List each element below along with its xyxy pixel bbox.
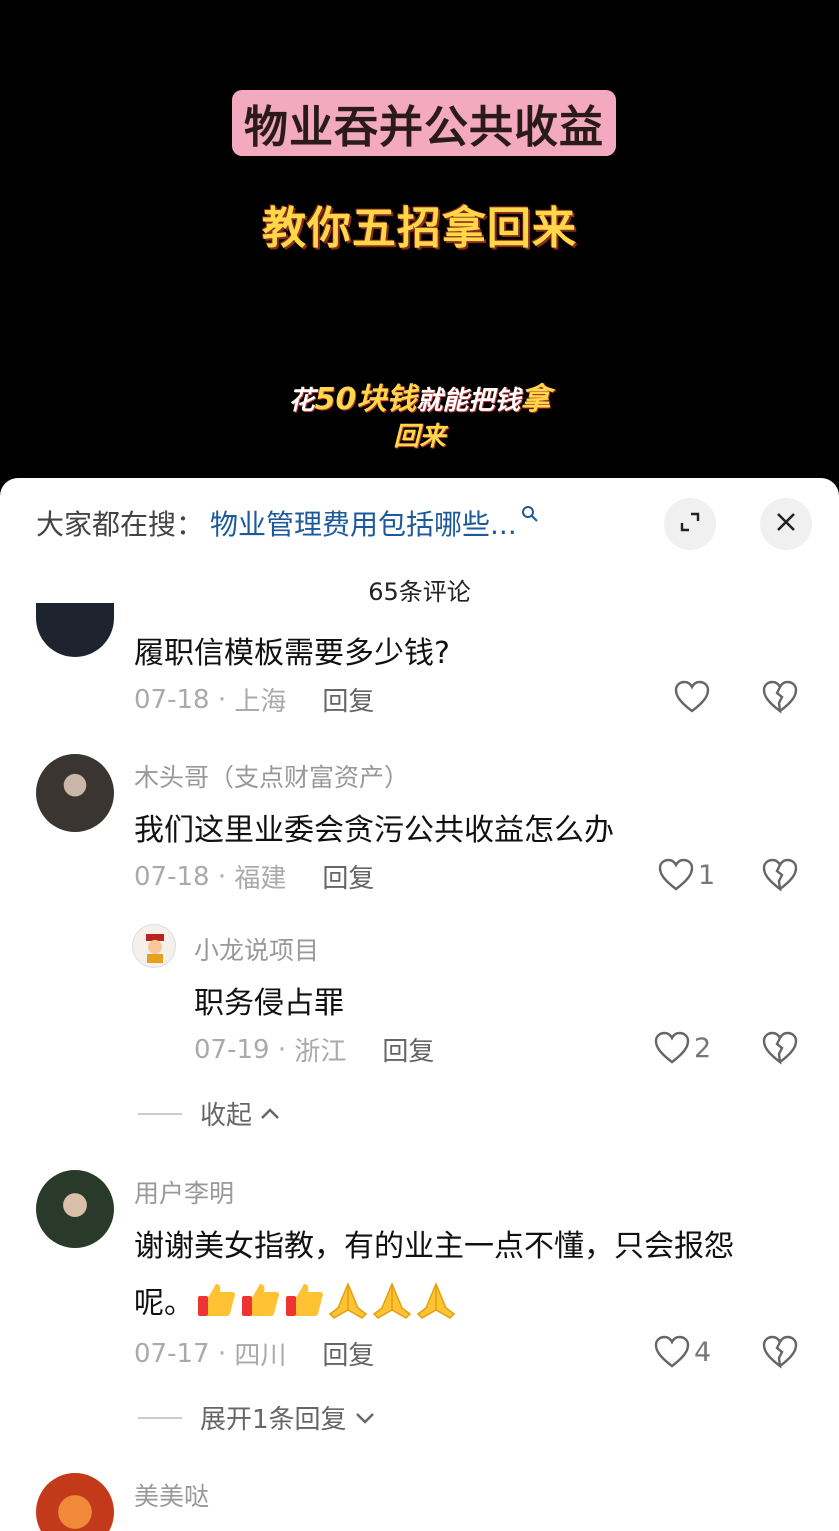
- reply-button[interactable]: 回复: [322, 681, 374, 718]
- search-suggestion: 大家都在搜： 物业管理费用包括哪些...: [36, 503, 539, 543]
- avatar[interactable]: [36, 754, 114, 832]
- avatar[interactable]: [36, 1473, 114, 1531]
- heart-icon: [654, 1335, 690, 1368]
- collapse-label: 收起: [200, 1101, 253, 1131]
- dislike-button[interactable]: [762, 1031, 798, 1069]
- close-icon: [775, 511, 797, 537]
- heart-icon: [674, 680, 710, 713]
- expand-replies-button[interactable]: 展开1条回复: [138, 1399, 377, 1436]
- comment-meta: 07-18 · 上海 回复: [134, 681, 374, 718]
- avatar[interactable]: [36, 1170, 114, 1248]
- expand-label: 展开1条回复: [200, 1405, 347, 1435]
- reply-button[interactable]: 回复: [382, 1031, 434, 1068]
- like-count: 1: [698, 859, 716, 891]
- search-icon: [521, 505, 539, 528]
- comment-date: 07-19: [194, 1034, 270, 1065]
- comment-meta: 07-19 · 浙江 回复: [194, 1031, 434, 1068]
- broken-heart-icon: [762, 680, 798, 714]
- avatar[interactable]: [36, 603, 114, 657]
- thumbs-up-icon: [238, 1280, 282, 1320]
- comment-text-line1: 谢谢美女指教，有的业主一点不懂，只会报怨: [134, 1229, 734, 1264]
- avatar[interactable]: [132, 924, 176, 968]
- praying-hands-icon: [370, 1280, 414, 1320]
- subtitle-highlight: 拿: [520, 382, 551, 417]
- comment-date: 07-18: [134, 861, 210, 892]
- dislike-button[interactable]: [762, 680, 798, 718]
- comment-date: 07-18: [134, 684, 210, 715]
- broken-heart-icon: [762, 1335, 798, 1369]
- subtitle-highlight: 50块钱: [314, 382, 417, 417]
- comment-username[interactable]: 美美哒: [134, 1477, 209, 1513]
- video-title-line2: 教你五招拿回来: [262, 203, 577, 254]
- comment-text: 履职信模板需要多少钱?: [134, 636, 450, 671]
- like-count: 2: [694, 1032, 712, 1064]
- video-title-line1: 物业吞并公共收益: [232, 90, 616, 156]
- divider: [138, 1112, 182, 1115]
- search-label: 大家都在搜：: [36, 508, 205, 541]
- expand-icon: [678, 510, 702, 538]
- heart-icon: [658, 858, 694, 891]
- collapse-replies-button[interactable]: 收起: [138, 1095, 282, 1132]
- reply-username[interactable]: 小龙说项目: [194, 931, 319, 967]
- search-suggestion-link[interactable]: 物业管理费用包括哪些...: [210, 503, 517, 543]
- comment-sheet: 大家都在搜： 物业管理费用包括哪些... 65条评论 履职信模板需要多少钱? 0…: [0, 478, 839, 1531]
- like-button[interactable]: 2: [654, 1031, 711, 1065]
- reply-button[interactable]: 回复: [322, 1335, 374, 1372]
- comment-text-line2-text: 呢。: [134, 1286, 194, 1321]
- praying-hands-icon: [414, 1280, 458, 1320]
- subtitle-part: 就能把钱: [416, 386, 521, 416]
- comment-date: 07-17: [134, 1338, 210, 1369]
- broken-heart-icon: [762, 858, 798, 892]
- comment-meta: 07-18 · 福建 回复: [134, 858, 374, 895]
- thumbs-up-icon: [194, 1280, 238, 1320]
- subtitle-part: 花: [288, 386, 315, 416]
- like-button[interactable]: [674, 680, 710, 714]
- divider: [138, 1416, 182, 1419]
- comment-location: 四川: [234, 1341, 287, 1371]
- comment-location: 上海: [234, 687, 287, 717]
- close-button[interactable]: [760, 498, 812, 550]
- comment-text: 我们这里业委会贪污公共收益怎么办: [134, 813, 614, 848]
- reply-text: 职务侵占罪: [194, 986, 344, 1021]
- comment-meta: 07-17 · 四川 回复: [134, 1335, 374, 1372]
- like-button[interactable]: 4: [654, 1335, 711, 1369]
- dislike-button[interactable]: [762, 858, 798, 896]
- chevron-down-icon: [355, 1412, 374, 1424]
- expand-button[interactable]: [664, 498, 716, 550]
- praying-hands-icon: [326, 1280, 370, 1320]
- like-count: 4: [694, 1336, 712, 1368]
- dislike-button[interactable]: [762, 1335, 798, 1373]
- video-subtitle: 花50块钱就能把钱拿 回来: [0, 382, 839, 455]
- comment-username[interactable]: 木头哥（支点财富资产）: [134, 758, 409, 794]
- comment-count: 65条评论: [368, 578, 471, 606]
- reply-button[interactable]: 回复: [322, 858, 374, 895]
- video-player[interactable]: 物业吞并公共收益 教你五招拿回来 花50块钱就能把钱拿 回来: [0, 0, 839, 500]
- subtitle-line2: 回来: [393, 422, 446, 452]
- comment-username[interactable]: 用户李明: [134, 1174, 234, 1210]
- broken-heart-icon: [762, 1031, 798, 1065]
- comment-location: 福建: [234, 864, 287, 894]
- comment-location: 浙江: [294, 1037, 347, 1067]
- heart-icon: [654, 1031, 690, 1064]
- comment-text-line2: 呢。: [134, 1278, 458, 1322]
- thumbs-up-icon: [282, 1280, 326, 1320]
- like-button[interactable]: 1: [658, 858, 715, 892]
- chevron-up-icon: [261, 1107, 279, 1119]
